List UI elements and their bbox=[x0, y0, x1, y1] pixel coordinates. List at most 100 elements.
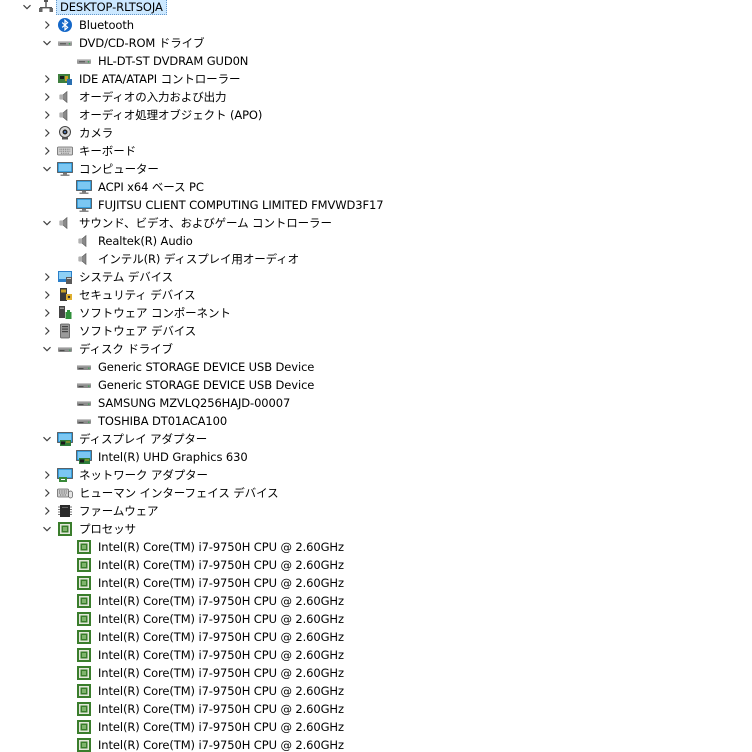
tree-device[interactable]: TOSHIBA DT01ACA100 bbox=[0, 412, 752, 430]
tree-item-label: Generic STORAGE DEVICE USB Device bbox=[98, 378, 315, 392]
disk-drive-icon bbox=[76, 377, 92, 393]
chevron-down-icon[interactable] bbox=[40, 34, 54, 52]
tree-device[interactable]: ACPI x64 ベース PC bbox=[0, 178, 752, 196]
processor-icon bbox=[76, 719, 92, 735]
tree-category[interactable]: ディスプレイ アダプター bbox=[0, 430, 752, 448]
chevron-right-icon[interactable] bbox=[40, 466, 54, 484]
hid-icon bbox=[57, 485, 73, 501]
processor-icon bbox=[76, 557, 92, 573]
tree-item-label: Intel(R) Core(TM) i7-9750H CPU @ 2.60GHz bbox=[98, 666, 344, 680]
tree-category[interactable]: ソフトウェア デバイス bbox=[0, 322, 752, 340]
chevron-down-icon[interactable] bbox=[40, 214, 54, 232]
software-component-icon bbox=[57, 305, 73, 321]
tree-category[interactable]: セキュリティ デバイス bbox=[0, 286, 752, 304]
tree-category[interactable]: サウンド、ビデオ、およびゲーム コントローラー bbox=[0, 214, 752, 232]
tree-item-label: ファームウェア bbox=[79, 504, 159, 518]
tree-item-label: Intel(R) Core(TM) i7-9750H CPU @ 2.60GHz bbox=[98, 558, 344, 572]
ide-controller-icon bbox=[57, 71, 73, 87]
tree-item-label: オーディオの入力および出力 bbox=[79, 90, 227, 104]
tree-category[interactable]: カメラ bbox=[0, 124, 752, 142]
processor-icon bbox=[76, 737, 92, 752]
processor-icon bbox=[76, 611, 92, 627]
tree-item-label: ネットワーク アダプター bbox=[79, 468, 208, 482]
tree-device[interactable]: Intel(R) Core(TM) i7-9750H CPU @ 2.60GHz bbox=[0, 664, 752, 682]
tree-device[interactable]: Intel(R) UHD Graphics 630 bbox=[0, 448, 752, 466]
tree-device[interactable]: Intel(R) Core(TM) i7-9750H CPU @ 2.60GHz bbox=[0, 592, 752, 610]
chevron-right-icon[interactable] bbox=[40, 502, 54, 520]
chevron-right-icon[interactable] bbox=[40, 88, 54, 106]
tree-category[interactable]: Bluetooth bbox=[0, 16, 752, 34]
tree-device[interactable]: Realtek(R) Audio bbox=[0, 232, 752, 250]
chevron-right-icon[interactable] bbox=[40, 142, 54, 160]
tree-device[interactable]: HL-DT-ST DVDRAM GUD0N bbox=[0, 52, 752, 70]
tree-category[interactable]: ファームウェア bbox=[0, 502, 752, 520]
device-tree: DESKTOP-RLTSOJA Bluetooth DVD/CD-ROM ドライブ… bbox=[0, 0, 752, 752]
chevron-down-icon[interactable] bbox=[40, 340, 54, 358]
tree-device[interactable]: Intel(R) Core(TM) i7-9750H CPU @ 2.60GHz bbox=[0, 574, 752, 592]
tree-item-label: Intel(R) UHD Graphics 630 bbox=[98, 450, 248, 464]
tree-category[interactable]: キーボード bbox=[0, 142, 752, 160]
tree-root[interactable]: DESKTOP-RLTSOJA bbox=[0, 0, 752, 16]
tree-category[interactable]: ディスク ドライブ bbox=[0, 340, 752, 358]
tree-device[interactable]: Intel(R) Core(TM) i7-9750H CPU @ 2.60GHz bbox=[0, 718, 752, 736]
tree-category[interactable]: DVD/CD-ROM ドライブ bbox=[0, 34, 752, 52]
processor-icon bbox=[76, 683, 92, 699]
chevron-right-icon[interactable] bbox=[40, 286, 54, 304]
tree-item-label: Intel(R) Core(TM) i7-9750H CPU @ 2.60GHz bbox=[98, 738, 344, 752]
tree-device[interactable]: Intel(R) Core(TM) i7-9750H CPU @ 2.60GHz bbox=[0, 556, 752, 574]
disk-drive-icon bbox=[76, 359, 92, 375]
tree-device[interactable]: インテル(R) ディスプレイ用オーディオ bbox=[0, 250, 752, 268]
tree-device[interactable]: Generic STORAGE DEVICE USB Device bbox=[0, 358, 752, 376]
tree-item-label: コンピューター bbox=[79, 162, 159, 176]
tree-item-label: システム デバイス bbox=[79, 270, 174, 284]
tree-device[interactable]: Intel(R) Core(TM) i7-9750H CPU @ 2.60GHz bbox=[0, 610, 752, 628]
tree-device[interactable]: Intel(R) Core(TM) i7-9750H CPU @ 2.60GHz bbox=[0, 628, 752, 646]
speaker-icon bbox=[57, 107, 73, 123]
chevron-down-icon[interactable] bbox=[40, 520, 54, 538]
tree-category[interactable]: ソフトウェア コンポーネント bbox=[0, 304, 752, 322]
optical-drive-icon bbox=[76, 53, 92, 69]
tree-device[interactable]: SAMSUNG MZVLQ256HAJD-00007 bbox=[0, 394, 752, 412]
tree-item-label: FUJITSU CLIENT COMPUTING LIMITED FMVWD3F… bbox=[98, 198, 384, 212]
tree-category[interactable]: ヒューマン インターフェイス デバイス bbox=[0, 484, 752, 502]
tree-device[interactable]: Intel(R) Core(TM) i7-9750H CPU @ 2.60GHz bbox=[0, 700, 752, 718]
chevron-right-icon[interactable] bbox=[40, 124, 54, 142]
computer-icon bbox=[38, 0, 54, 14]
tree-item-label: インテル(R) ディスプレイ用オーディオ bbox=[98, 252, 300, 266]
chevron-right-icon[interactable] bbox=[40, 322, 54, 340]
tree-category[interactable]: IDE ATA/ATAPI コントローラー bbox=[0, 70, 752, 88]
tree-category[interactable]: オーディオ処理オブジェクト (APO) bbox=[0, 106, 752, 124]
processor-icon bbox=[76, 701, 92, 717]
tree-device[interactable]: Generic STORAGE DEVICE USB Device bbox=[0, 376, 752, 394]
chevron-right-icon[interactable] bbox=[40, 304, 54, 322]
tree-category[interactable]: システム デバイス bbox=[0, 268, 752, 286]
chevron-right-icon[interactable] bbox=[40, 484, 54, 502]
tree-item-label: Intel(R) Core(TM) i7-9750H CPU @ 2.60GHz bbox=[98, 648, 344, 662]
chevron-right-icon[interactable] bbox=[40, 268, 54, 286]
tree-category[interactable]: オーディオの入力および出力 bbox=[0, 88, 752, 106]
chevron-down-icon[interactable] bbox=[40, 430, 54, 448]
tree-device[interactable]: Intel(R) Core(TM) i7-9750H CPU @ 2.60GHz bbox=[0, 682, 752, 700]
root-label: DESKTOP-RLTSOJA bbox=[56, 0, 167, 15]
software-device-icon bbox=[57, 323, 73, 339]
tree-device[interactable]: Intel(R) Core(TM) i7-9750H CPU @ 2.60GHz bbox=[0, 736, 752, 752]
chevron-down-icon[interactable] bbox=[20, 0, 34, 16]
tree-category[interactable]: ネットワーク アダプター bbox=[0, 466, 752, 484]
tree-device[interactable]: FUJITSU CLIENT COMPUTING LIMITED FMVWD3F… bbox=[0, 196, 752, 214]
tree-device[interactable]: Intel(R) Core(TM) i7-9750H CPU @ 2.60GHz bbox=[0, 646, 752, 664]
tree-category[interactable]: プロセッサ bbox=[0, 520, 752, 538]
chevron-down-icon[interactable] bbox=[40, 160, 54, 178]
tree-category[interactable]: コンピューター bbox=[0, 160, 752, 178]
monitor-icon bbox=[76, 197, 92, 213]
tree-item-label: ソフトウェア デバイス bbox=[79, 324, 197, 338]
chevron-right-icon[interactable] bbox=[40, 106, 54, 124]
chevron-right-icon[interactable] bbox=[40, 16, 54, 34]
tree-item-label: IDE ATA/ATAPI コントローラー bbox=[79, 72, 241, 86]
tree-device[interactable]: Intel(R) Core(TM) i7-9750H CPU @ 2.60GHz bbox=[0, 538, 752, 556]
chevron-right-icon[interactable] bbox=[40, 70, 54, 88]
tree-item-label: ヒューマン インターフェイス デバイス bbox=[79, 486, 279, 500]
display-adapter-icon bbox=[76, 449, 92, 465]
tree-item-label: TOSHIBA DT01ACA100 bbox=[98, 414, 228, 428]
bluetooth-icon bbox=[57, 17, 73, 33]
tree-item-label: セキュリティ デバイス bbox=[79, 288, 196, 302]
